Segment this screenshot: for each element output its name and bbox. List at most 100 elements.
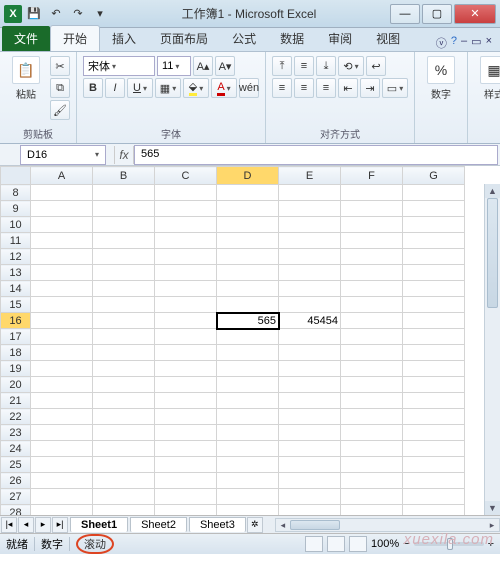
cell-B21[interactable] [93, 393, 155, 409]
cell-G12[interactable] [403, 249, 465, 265]
cell-D16[interactable]: 565 [217, 313, 279, 329]
cell-F16[interactable] [341, 313, 403, 329]
cell-E28[interactable] [279, 505, 341, 517]
cell-E15[interactable] [279, 297, 341, 313]
qat-save-icon[interactable]: 💾 [24, 4, 44, 24]
row-header-25[interactable]: 25 [1, 457, 31, 473]
cell-G28[interactable] [403, 505, 465, 517]
file-tab[interactable]: 文件 [2, 26, 50, 51]
paste-button[interactable]: 📋 粘贴 [6, 56, 46, 101]
minimize-button[interactable]: — [390, 4, 420, 24]
row-header-13[interactable]: 13 [1, 265, 31, 281]
cell-A18[interactable] [31, 345, 93, 361]
cell-B20[interactable] [93, 377, 155, 393]
cell-C21[interactable] [155, 393, 217, 409]
cell-E12[interactable] [279, 249, 341, 265]
cell-C28[interactable] [155, 505, 217, 517]
cell-C8[interactable] [155, 185, 217, 201]
cell-D22[interactable] [217, 409, 279, 425]
view-layout-icon[interactable] [327, 536, 345, 552]
cell-E19[interactable] [279, 361, 341, 377]
font-color-button[interactable]: A▾ [211, 78, 237, 98]
tab-insert[interactable]: 插入 [100, 26, 148, 51]
align-right-icon[interactable]: ≡ [316, 78, 336, 98]
row-header-18[interactable]: 18 [1, 345, 31, 361]
cell-G10[interactable] [403, 217, 465, 233]
scroll-right-icon[interactable]: ▸ [485, 519, 499, 531]
cell-C15[interactable] [155, 297, 217, 313]
cell-A28[interactable] [31, 505, 93, 517]
cell-D15[interactable] [217, 297, 279, 313]
qat-customize-icon[interactable]: ▾ [90, 4, 110, 24]
cell-D13[interactable] [217, 265, 279, 281]
qat-undo-icon[interactable]: ↶ [46, 4, 66, 24]
cell-B26[interactable] [93, 473, 155, 489]
cell-D8[interactable] [217, 185, 279, 201]
row-header-14[interactable]: 14 [1, 281, 31, 297]
align-top-icon[interactable]: ⤒ [272, 56, 292, 76]
cell-F10[interactable] [341, 217, 403, 233]
row-header-28[interactable]: 28 [1, 505, 31, 517]
cell-F17[interactable] [341, 329, 403, 345]
maximize-button[interactable]: ▢ [422, 4, 452, 24]
sheet-nav-next-icon[interactable]: ▸ [35, 517, 51, 533]
cell-C23[interactable] [155, 425, 217, 441]
cell-G26[interactable] [403, 473, 465, 489]
font-family-combo[interactable]: 宋体▾ [83, 56, 155, 76]
cell-E26[interactable] [279, 473, 341, 489]
view-pagebreak-icon[interactable] [349, 536, 367, 552]
cell-E21[interactable] [279, 393, 341, 409]
col-header-A[interactable]: A [31, 167, 93, 185]
cell-G24[interactable] [403, 441, 465, 457]
cell-C10[interactable] [155, 217, 217, 233]
select-all-corner[interactable] [1, 167, 31, 185]
new-sheet-icon[interactable]: ✲ [247, 517, 263, 533]
tab-formulas[interactable]: 公式 [220, 26, 268, 51]
cell-C18[interactable] [155, 345, 217, 361]
name-box-arrow-icon[interactable]: ▾ [95, 150, 99, 159]
cut-icon[interactable]: ✂ [50, 56, 70, 76]
cell-B12[interactable] [93, 249, 155, 265]
merge-icon[interactable]: ▭▾ [382, 78, 408, 98]
cell-F26[interactable] [341, 473, 403, 489]
row-header-27[interactable]: 27 [1, 489, 31, 505]
cell-B24[interactable] [93, 441, 155, 457]
cell-F28[interactable] [341, 505, 403, 517]
cell-F9[interactable] [341, 201, 403, 217]
cell-C17[interactable] [155, 329, 217, 345]
cell-G23[interactable] [403, 425, 465, 441]
cell-F11[interactable] [341, 233, 403, 249]
cell-C27[interactable] [155, 489, 217, 505]
row-header-20[interactable]: 20 [1, 377, 31, 393]
align-left-icon[interactable]: ≡ [272, 78, 292, 98]
cell-A8[interactable] [31, 185, 93, 201]
cell-E17[interactable] [279, 329, 341, 345]
cell-F12[interactable] [341, 249, 403, 265]
cell-A13[interactable] [31, 265, 93, 281]
cell-F8[interactable] [341, 185, 403, 201]
cell-C20[interactable] [155, 377, 217, 393]
indent-inc-icon[interactable]: ⇥ [360, 78, 380, 98]
cell-B28[interactable] [93, 505, 155, 517]
cell-G17[interactable] [403, 329, 465, 345]
row-header-19[interactable]: 19 [1, 361, 31, 377]
cell-G19[interactable] [403, 361, 465, 377]
cell-E18[interactable] [279, 345, 341, 361]
scroll-down-icon[interactable]: ▼ [485, 501, 500, 515]
cell-G21[interactable] [403, 393, 465, 409]
row-header-23[interactable]: 23 [1, 425, 31, 441]
row-header-8[interactable]: 8 [1, 185, 31, 201]
col-header-F[interactable]: F [341, 167, 403, 185]
cell-C22[interactable] [155, 409, 217, 425]
fill-color-button[interactable]: ⬙▾ [183, 78, 209, 98]
phonetic-icon[interactable]: wén [239, 78, 259, 98]
tab-data[interactable]: 数据 [268, 26, 316, 51]
cell-E22[interactable] [279, 409, 341, 425]
align-bottom-icon[interactable]: ⤓ [316, 56, 336, 76]
styles-button[interactable]: ▦ 样式 [474, 56, 500, 101]
cell-F27[interactable] [341, 489, 403, 505]
row-header-22[interactable]: 22 [1, 409, 31, 425]
cell-B11[interactable] [93, 233, 155, 249]
cell-B15[interactable] [93, 297, 155, 313]
cell-G22[interactable] [403, 409, 465, 425]
